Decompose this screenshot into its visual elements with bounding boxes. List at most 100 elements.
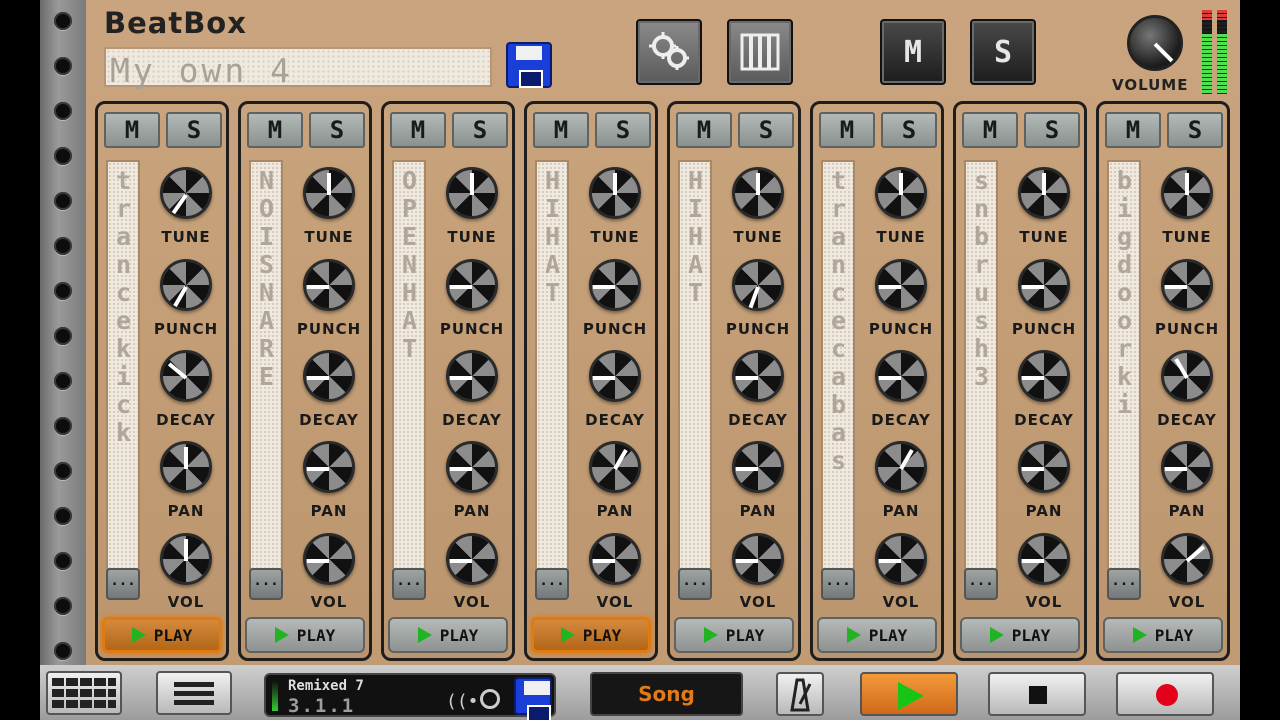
channel-mute-button[interactable]: M [676, 112, 732, 148]
pan-knob[interactable] [732, 441, 784, 493]
channel-play-button[interactable]: PLAY [817, 617, 937, 653]
decay-knob[interactable] [160, 350, 212, 402]
decay-knob[interactable] [1161, 350, 1213, 402]
pan-knob[interactable] [446, 441, 498, 493]
vol-knob[interactable] [1018, 533, 1070, 585]
channel-sample-name[interactable]: snbrush3 [964, 160, 998, 570]
channel-play-button[interactable]: PLAY [245, 617, 365, 653]
channel-solo-button[interactable]: S [738, 112, 794, 148]
level-meter-left [1202, 10, 1212, 94]
pan-knob[interactable] [1161, 441, 1213, 493]
tune-knob[interactable] [303, 167, 355, 219]
record-button[interactable] [1116, 672, 1214, 716]
channel-options-button[interactable]: ... [678, 568, 712, 600]
channel-solo-button[interactable]: S [595, 112, 651, 148]
pan-knob[interactable] [1018, 441, 1070, 493]
channel-options-button[interactable]: ... [249, 568, 283, 600]
punch-knob[interactable] [589, 259, 641, 311]
channel-solo-button[interactable]: S [309, 112, 365, 148]
pattern-grid-button[interactable] [46, 671, 122, 715]
channel-mute-button[interactable]: M [104, 112, 160, 148]
vol-knob[interactable] [1161, 533, 1213, 585]
rail-hole [54, 147, 72, 165]
punch-knob[interactable] [732, 259, 784, 311]
stop-button[interactable] [988, 672, 1086, 716]
punch-knob[interactable] [446, 259, 498, 311]
channel-solo-button[interactable]: S [1024, 112, 1080, 148]
channel-play-button[interactable]: PLAY [1103, 617, 1223, 653]
channel-options-button[interactable]: ... [821, 568, 855, 600]
tune-knob[interactable] [875, 167, 927, 219]
solo-all-button[interactable]: S [970, 19, 1036, 85]
channel-mute-button[interactable]: M [819, 112, 875, 148]
save-song-button[interactable] [514, 677, 552, 720]
vol-knob[interactable] [446, 533, 498, 585]
decay-knob[interactable] [732, 350, 784, 402]
mute-all-button[interactable]: M [880, 19, 946, 85]
channel-play-button[interactable]: PLAY [960, 617, 1080, 653]
vol-knob[interactable] [160, 533, 212, 585]
tune-knob[interactable] [1161, 167, 1213, 219]
channel-sample-name[interactable]: OPENHAT [392, 160, 426, 570]
tune-knob[interactable] [1018, 167, 1070, 219]
decay-label: DECAY [299, 411, 359, 429]
punch-knob[interactable] [1018, 259, 1070, 311]
settings-button[interactable] [636, 19, 702, 85]
vol-knob[interactable] [875, 533, 927, 585]
save-pattern-button[interactable] [506, 42, 552, 88]
pan-knob[interactable] [303, 441, 355, 493]
channel-sample-name[interactable]: NOISNARE [249, 160, 283, 570]
tune-knob[interactable] [446, 167, 498, 219]
punch-knob[interactable] [1161, 259, 1213, 311]
channel-solo-button[interactable]: S [881, 112, 937, 148]
vol-knob[interactable] [303, 533, 355, 585]
channel-mute-button[interactable]: M [247, 112, 303, 148]
channel-play-button[interactable]: PLAY [531, 617, 651, 653]
decay-knob[interactable] [303, 350, 355, 402]
vol-knob[interactable] [589, 533, 641, 585]
channel-play-button[interactable]: PLAY [102, 617, 222, 653]
vol-knob[interactable] [732, 533, 784, 585]
pan-knob[interactable] [875, 441, 927, 493]
channel-solo-button[interactable]: S [452, 112, 508, 148]
decay-knob[interactable] [875, 350, 927, 402]
channel-sample-name[interactable]: HIHAT [535, 160, 569, 570]
song-mode-button[interactable]: Song [590, 672, 743, 716]
channel-mute-button[interactable]: M [390, 112, 446, 148]
channel-options-button[interactable]: ... [392, 568, 426, 600]
channel-mute-button[interactable]: M [962, 112, 1018, 148]
channel-mute-button[interactable]: M [533, 112, 589, 148]
metronome-button[interactable] [776, 672, 824, 716]
decay-knob[interactable] [589, 350, 641, 402]
channel-options-button[interactable]: ... [106, 568, 140, 600]
channel-play-button[interactable]: PLAY [388, 617, 508, 653]
pattern-name-field[interactable]: My own 4 [104, 47, 492, 90]
pan-knob[interactable] [589, 441, 641, 493]
tune-knob[interactable] [732, 167, 784, 219]
channel-options-button[interactable]: ... [535, 568, 569, 600]
decay-knob[interactable] [1018, 350, 1070, 402]
tune-knob[interactable] [589, 167, 641, 219]
channel-solo-button[interactable]: S [166, 112, 222, 148]
play-button[interactable] [860, 672, 958, 716]
sample-name-text: trancekick [109, 166, 138, 446]
punch-knob[interactable] [160, 259, 212, 311]
master-volume-knob[interactable] [1127, 15, 1183, 71]
channel-mute-button[interactable]: M [1105, 112, 1161, 148]
channel-options-button[interactable]: ... [1107, 568, 1141, 600]
channel-sample-name[interactable]: HIHAT [678, 160, 712, 570]
channel-play-button[interactable]: PLAY [674, 617, 794, 653]
punch-knob[interactable] [875, 259, 927, 311]
rail-hole [54, 372, 72, 390]
tune-knob[interactable] [160, 167, 212, 219]
menu-button[interactable] [156, 671, 232, 715]
channel-options-button[interactable]: ... [964, 568, 998, 600]
channel-sample-name[interactable]: trancecabas [821, 160, 855, 570]
channel-sample-name[interactable]: bigdoorki [1107, 160, 1141, 570]
channel-sample-name[interactable]: trancekick [106, 160, 140, 570]
mixer-button[interactable] [727, 19, 793, 85]
punch-knob[interactable] [303, 259, 355, 311]
pan-knob[interactable] [160, 441, 212, 493]
channel-solo-button[interactable]: S [1167, 112, 1223, 148]
decay-knob[interactable] [446, 350, 498, 402]
